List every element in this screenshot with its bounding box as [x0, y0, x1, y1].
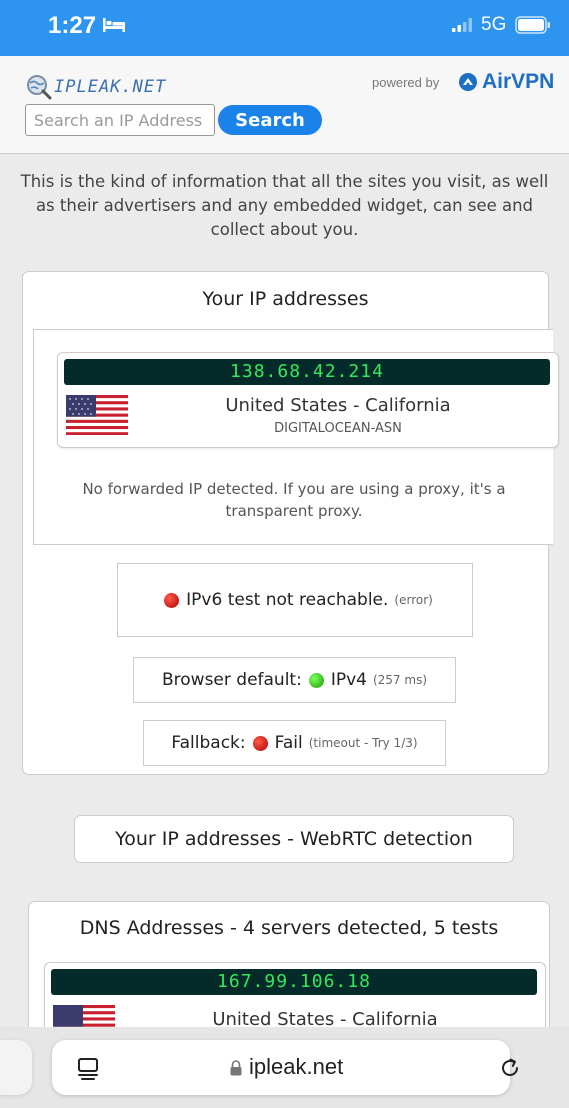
ip-search-input[interactable] [25, 104, 215, 136]
us-flag-icon [66, 395, 128, 435]
forward-note: No forwarded IP detected. If you are usi… [82, 480, 506, 520]
lock-icon [230, 1060, 242, 1076]
reload-icon[interactable] [497, 1055, 523, 1081]
url-text[interactable]: ipleak.net [249, 1054, 343, 1080]
battery-icon [515, 16, 550, 34]
browser-default-detail: (257 ms) [372, 673, 428, 687]
signal-icon [452, 18, 472, 32]
fallback-label: Fallback: [171, 733, 246, 753]
browser-default-value: IPv4 [330, 670, 367, 690]
dns-ip-display[interactable]: 167.99.106.18 [51, 969, 537, 995]
browser-bottom-bar: ipleak.net [0, 1027, 569, 1108]
status-dot-red-icon [252, 735, 268, 751]
ipv6-test-box: IPv6 test not reachable. (error) [117, 563, 473, 637]
status-dot-red-icon [164, 592, 180, 608]
ip-address-display[interactable]: 138.68.42.214 [64, 359, 550, 385]
status-dot-green-icon [308, 672, 324, 688]
fallback-box: Fallback: Fail (timeout - Try 1/3) [143, 720, 446, 766]
ip-detail-box: 138.68.42.214 United States - California… [33, 329, 559, 545]
network-type: 5G [481, 14, 507, 35]
previous-tab-pill[interactable] [0, 1040, 32, 1095]
ipv6-test-label: IPv6 test not reachable. [186, 590, 389, 610]
ip-section-title: Your IP addresses [202, 288, 369, 310]
ipv6-test-detail: (error) [394, 593, 433, 607]
browser-default-label: Browser default: [161, 670, 302, 690]
ip-entry: 138.68.42.214 United States - California… [57, 352, 559, 448]
logo-text: IPLEAK.NET [54, 77, 167, 97]
webrtc-detection-button[interactable]: Your IP addresses - WebRTC detection [74, 815, 514, 863]
site-header: IPLEAK.NET powered by AirVPN Search [0, 56, 569, 154]
status-time: 1:27 [48, 12, 97, 39]
globe-magnifier-icon [27, 75, 52, 100]
airvpn-brand[interactable]: AirVPN [458, 70, 554, 94]
site-logo[interactable]: IPLEAK.NET [26, 74, 166, 100]
airvpn-logo-icon [459, 73, 477, 91]
ip-location: United States - California [225, 395, 451, 416]
status-bar: 1:27 5G [0, 0, 569, 56]
browser-default-box: Browser default: IPv4 (257 ms) [133, 657, 456, 703]
ip-addresses-card: Your IP addresses 138.68.42.214 United S… [22, 271, 559, 775]
fallback-value: Fail [274, 733, 303, 753]
dns-section-title: DNS Addresses - 4 servers detected, 5 te… [79, 917, 499, 939]
fallback-detail: (timeout - Try 1/3) [308, 736, 418, 750]
powered-by-label: powered by [372, 75, 440, 90]
url-bar[interactable]: ipleak.net [52, 1040, 518, 1095]
bed-icon [103, 18, 125, 32]
ip-asn: DIGITALOCEAN-ASN [274, 421, 402, 436]
tabs-icon[interactable] [76, 1056, 100, 1080]
intro-text: This is the kind of information that all… [20, 172, 549, 239]
airvpn-text: AirVPN [482, 70, 555, 93]
search-button[interactable]: Search [218, 105, 322, 135]
